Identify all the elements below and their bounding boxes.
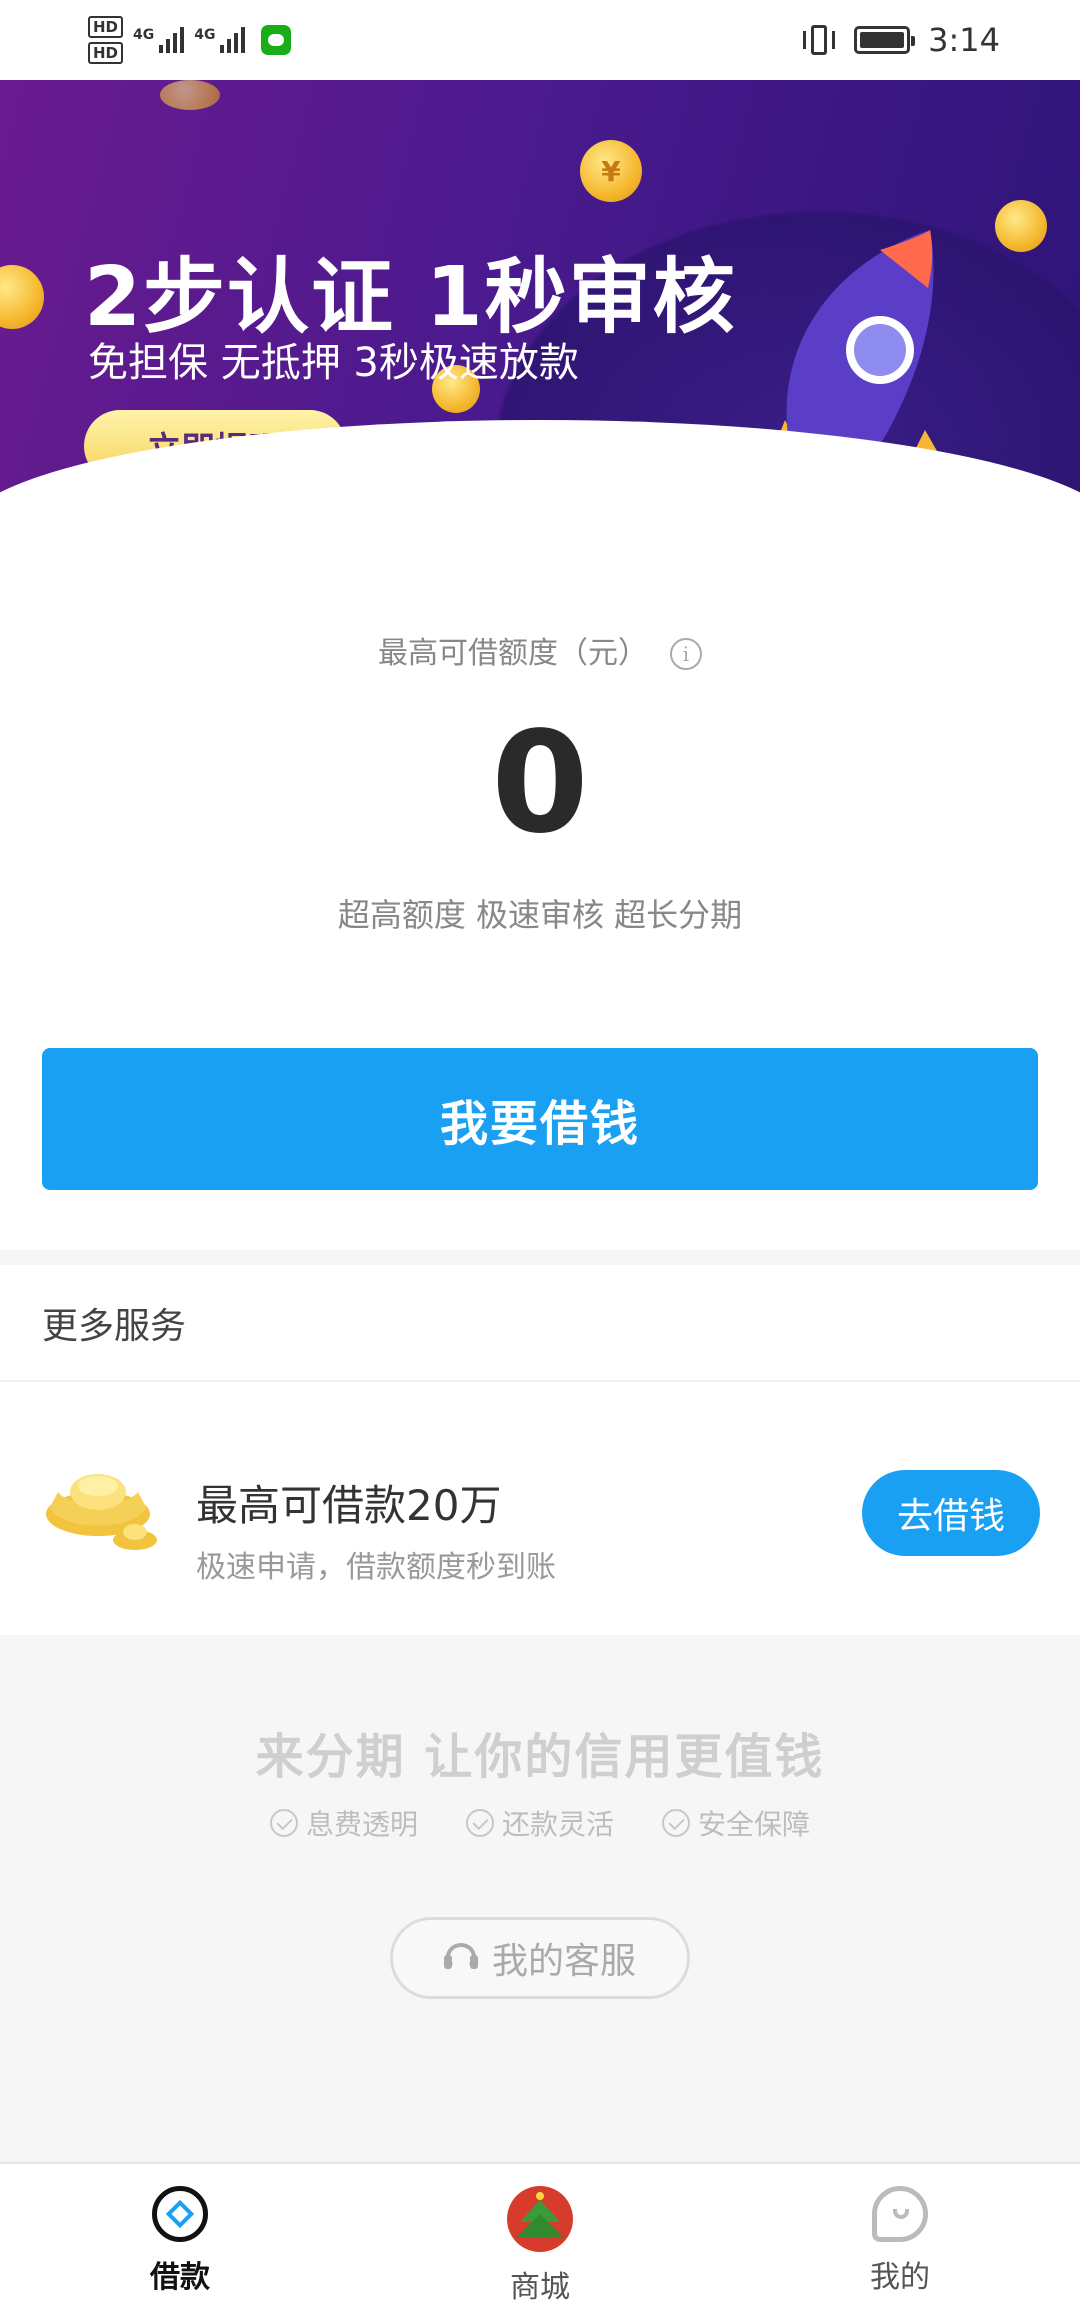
hd-badge-1: HD bbox=[88, 16, 124, 38]
check-circle-icon bbox=[465, 1809, 494, 1837]
battery-icon bbox=[854, 26, 916, 54]
credit-limit-label: 最高可借额度（元） bbox=[378, 636, 648, 671]
credit-limit-label-row: 最高可借额度（元） i bbox=[0, 628, 1080, 672]
coin-icon bbox=[0, 265, 44, 329]
bottom-nav: 借款 商城 我的 bbox=[0, 2162, 1080, 2312]
network-type-1: 4G bbox=[133, 27, 155, 43]
nav-item-mall[interactable]: 商城 bbox=[360, 2164, 720, 2312]
customer-service-button[interactable]: 我的客服 bbox=[390, 1917, 690, 1999]
feature-label: 还款灵活 bbox=[501, 1808, 614, 1841]
loan-service-item[interactable]: 最高可借款20万 极速申请，借款额度秒到账 去借钱 bbox=[0, 1382, 1080, 1635]
coin-icon bbox=[995, 200, 1047, 252]
network-type-2: 4G bbox=[194, 27, 216, 43]
loan-icon bbox=[152, 2186, 208, 2242]
signal-icon-2: 4G bbox=[194, 27, 246, 53]
promo-features: 息费透明 还款灵活 安全保障 bbox=[0, 1803, 1080, 1843]
loan-service-desc: 极速申请，借款额度秒到账 bbox=[196, 1550, 556, 1585]
check-circle-icon bbox=[662, 1809, 690, 1837]
mall-tree-icon bbox=[507, 2186, 573, 2252]
promo-banner[interactable]: ¥ 2步认证 1秒审核 免担保 无抵押 3秒极速放款 立即提现 bbox=[0, 80, 1080, 550]
credit-limit-section: 最高可借额度（元） i 0 超高额度 极速审核 超长分期 我要借钱 bbox=[0, 550, 1080, 1250]
nav-item-loan[interactable]: 借款 bbox=[0, 2164, 360, 2312]
hd-indicators: HD HD bbox=[88, 16, 124, 64]
clock: 3:14 bbox=[928, 21, 1000, 59]
coin-icon bbox=[160, 80, 220, 110]
feature-item: 息费透明 bbox=[269, 1803, 418, 1843]
status-right: 3:14 bbox=[802, 21, 1000, 59]
hd-badge-2: HD bbox=[88, 42, 124, 64]
status-bar: HD HD 4G 4G 3:14 bbox=[0, 0, 1080, 80]
headset-icon bbox=[443, 1941, 478, 1975]
go-borrow-button[interactable]: 去借钱 bbox=[862, 1470, 1040, 1556]
feature-label: 安全保障 bbox=[698, 1808, 811, 1841]
profile-icon bbox=[872, 2186, 928, 2242]
feature-item: 还款灵活 bbox=[465, 1803, 614, 1843]
vibrate-icon bbox=[802, 23, 836, 57]
promo-footer: 来分期 让你的信用更值钱 息费透明 还款灵活 安全保障 我的客服 bbox=[0, 1635, 1080, 2165]
nav-label-mine: 我的 bbox=[870, 2260, 930, 2295]
wechat-notification-icon bbox=[261, 25, 292, 55]
coin-icon: ¥ bbox=[580, 140, 642, 202]
nav-label-loan: 借款 bbox=[150, 2260, 210, 2295]
loan-service-title: 最高可借款20万 bbox=[196, 1481, 502, 1530]
nav-item-mine[interactable]: 我的 bbox=[720, 2164, 1080, 2312]
credit-limit-tagline: 超高额度 极速审核 超长分期 bbox=[337, 896, 743, 934]
more-services-title: 更多服务 bbox=[42, 1306, 187, 1347]
feature-item: 安全保障 bbox=[662, 1803, 810, 1843]
info-icon[interactable]: i bbox=[670, 638, 702, 670]
customer-service-label: 我的客服 bbox=[491, 1941, 636, 1982]
promo-slogan: 来分期 让你的信用更值钱 bbox=[255, 1729, 825, 1785]
more-services-section: 更多服务 最高可借款20万 极速申请，借款额度秒到账 去借钱 bbox=[0, 1265, 1080, 1635]
nav-label-mall: 商城 bbox=[510, 2270, 570, 2305]
status-left: HD HD 4G 4G bbox=[88, 16, 292, 64]
credit-limit-amount: 0 bbox=[491, 702, 589, 865]
signal-icon-1: 4G bbox=[133, 27, 185, 53]
gold-ingot-icon bbox=[46, 1474, 157, 1550]
borrow-money-button[interactable]: 我要借钱 bbox=[42, 1048, 1038, 1190]
check-circle-icon bbox=[269, 1809, 298, 1837]
feature-label: 息费透明 bbox=[305, 1808, 418, 1841]
banner-subline: 免担保 无抵押 3秒极速放款 bbox=[88, 340, 579, 386]
